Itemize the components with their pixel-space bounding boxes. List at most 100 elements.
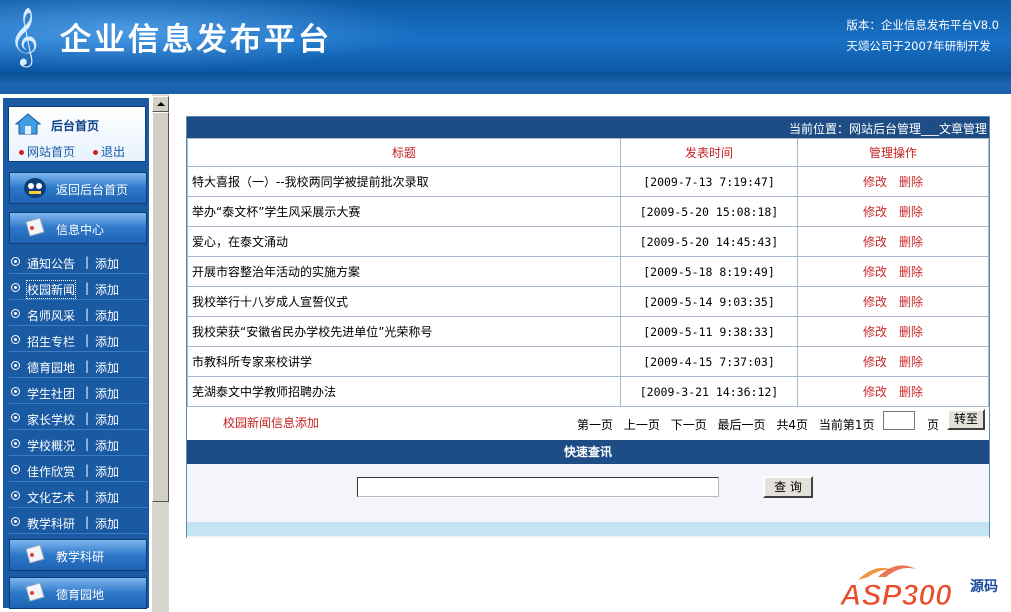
logout-link[interactable]: 退出 xyxy=(93,143,125,160)
sidebar-menu-item[interactable]: 教学科研 | 添加 xyxy=(9,510,147,534)
menu-item-label[interactable]: 招生专栏 xyxy=(27,333,75,350)
teaching-section-button[interactable]: 教学科研 xyxy=(9,539,147,571)
menu-add-link[interactable]: 添加 xyxy=(95,281,119,298)
scroll-up-arrow-icon[interactable] xyxy=(152,96,169,112)
sidebar-menu-item[interactable]: 校园新闻 | 添加 xyxy=(9,276,147,300)
delete-link[interactable]: 删除 xyxy=(899,355,923,369)
pager-bar: 校园新闻信息添加 第一页 上一页 下一页 最后一页 共4页 当前第1页 跳至 页… xyxy=(187,406,989,436)
delete-link[interactable]: 删除 xyxy=(899,385,923,399)
menu-item-label[interactable]: 学生社团 xyxy=(27,385,75,402)
sidebar-menu-item[interactable]: 佳作欣赏 | 添加 xyxy=(9,458,147,482)
sidebar-menu-item[interactable]: 学校概况 | 添加 xyxy=(9,432,147,456)
sidebar-menu-item[interactable]: 文化艺术 | 添加 xyxy=(9,484,147,508)
table-row: 我校举行十八岁成人宣誓仪式 [2009-5-14 9:03:35] 修改 删除 xyxy=(187,286,989,317)
menu-item-label[interactable]: 文化艺术 xyxy=(27,489,75,506)
quick-search-panel: 快速查讯 查 询 xyxy=(187,440,989,538)
col-title: 标题 xyxy=(187,138,621,167)
menu-item-label[interactable]: 佳作欣赏 xyxy=(27,463,75,480)
sidebar-menu-item[interactable]: 学生社团 | 添加 xyxy=(9,380,147,404)
article-ops: 修改 删除 xyxy=(797,226,989,257)
menu-add-link[interactable]: 添加 xyxy=(95,255,119,272)
delete-link[interactable]: 删除 xyxy=(899,295,923,309)
article-time: [2009-5-18 8:19:49] xyxy=(620,256,798,287)
menu-item-label[interactable]: 校园新闻 xyxy=(25,280,77,299)
article-time: [2009-5-14 9:03:35] xyxy=(620,286,798,317)
menu-separator: | xyxy=(85,437,90,451)
sidebar-scrollbar[interactable] xyxy=(152,94,169,612)
menu-item-label[interactable]: 通知公告 xyxy=(27,255,75,272)
monster-face-icon xyxy=(24,178,46,198)
menu-separator: | xyxy=(85,489,90,503)
admin-home-title[interactable]: 后台首页 xyxy=(51,117,99,134)
article-time: [2009-4-15 7:37:03] xyxy=(620,346,798,377)
article-title: 特大喜报（一）--我校两同学被提前批次录取 xyxy=(187,166,621,197)
watermark-suffix: 源码 xyxy=(970,578,998,595)
col-time: 发表时间 xyxy=(620,138,798,167)
article-ops: 修改 删除 xyxy=(797,316,989,347)
menu-add-link[interactable]: 添加 xyxy=(95,437,119,454)
article-table: 标题 发表时间 管理操作 特大喜报（一）--我校两同学被提前批次录取 [2009-… xyxy=(187,138,989,407)
menu-item-label[interactable]: 家长学校 xyxy=(27,411,75,428)
back-home-label: 返回后台首页 xyxy=(56,183,129,197)
edit-link[interactable]: 修改 xyxy=(863,205,887,219)
menu-separator: | xyxy=(85,359,90,373)
edit-link[interactable]: 修改 xyxy=(863,355,887,369)
table-row: 举办“泰文杯”学生风采展示大赛 [2009-5-20 15:08:18] 修改 删除 xyxy=(187,196,989,227)
first-page-link[interactable]: 第一页 xyxy=(577,418,613,432)
menu-item-label[interactable]: 德育园地 xyxy=(27,359,75,376)
edit-link[interactable]: 修改 xyxy=(863,325,887,339)
delete-link[interactable]: 删除 xyxy=(899,205,923,219)
treble-clef-icon: 𝄞 xyxy=(9,7,39,65)
site-home-link[interactable]: 网站首页 xyxy=(19,143,75,160)
menu-separator: | xyxy=(85,411,90,425)
edit-link[interactable]: 修改 xyxy=(863,295,887,309)
menu-add-link[interactable]: 添加 xyxy=(95,333,119,350)
search-button[interactable]: 查 询 xyxy=(763,476,813,498)
edit-link[interactable]: 修改 xyxy=(863,265,887,279)
menu-add-link[interactable]: 添加 xyxy=(95,307,119,324)
radio-bullet-icon xyxy=(11,413,20,422)
table-row: 开展市容整治年活动的实施方案 [2009-5-18 8:19:49] 修改 删除 xyxy=(187,256,989,287)
menu-item-label[interactable]: 教学科研 xyxy=(27,515,75,532)
menu-separator: | xyxy=(85,307,90,321)
sidebar-menu-item[interactable]: 名师风采 | 添加 xyxy=(9,302,147,326)
sidebar-menu-item[interactable]: 德育园地 | 添加 xyxy=(9,354,147,378)
edit-link[interactable]: 修改 xyxy=(863,235,887,249)
info-center-button[interactable]: 信息中心 xyxy=(9,212,147,244)
header-band xyxy=(0,72,1011,94)
next-page-link[interactable]: 下一页 xyxy=(671,418,707,432)
article-title: 举办“泰文杯”学生风采展示大赛 xyxy=(187,196,621,227)
search-input[interactable] xyxy=(357,477,719,497)
table-row: 我校荣获“安徽省民办学校先进单位”光荣称号 [2009-5-11 9:38:33]… xyxy=(187,316,989,347)
menu-add-link[interactable]: 添加 xyxy=(95,359,119,376)
menu-add-link[interactable]: 添加 xyxy=(95,385,119,402)
menu-add-link[interactable]: 添加 xyxy=(95,463,119,480)
delete-link[interactable]: 删除 xyxy=(899,175,923,189)
add-news-link[interactable]: 校园新闻信息添加 xyxy=(223,414,319,431)
last-page-link[interactable]: 最后一页 xyxy=(718,418,766,432)
moral-section-button[interactable]: 德育园地 xyxy=(9,577,147,609)
sidebar-panel: 后台首页 网站首页 退出 返回后台首页 信息中心 通知公告 | 添加 校园新闻 | 添加名… xyxy=(3,98,149,609)
goto-button[interactable]: 转至 xyxy=(947,409,985,430)
quick-search-title: 快速查讯 xyxy=(187,440,989,464)
jump-page-input[interactable] xyxy=(883,411,915,430)
menu-add-link[interactable]: 添加 xyxy=(95,515,119,532)
delete-link[interactable]: 删除 xyxy=(899,235,923,249)
delete-link[interactable]: 删除 xyxy=(899,265,923,279)
sidebar-menu-item[interactable]: 招生专栏 | 添加 xyxy=(9,328,147,352)
sidebar-menu-item[interactable]: 家长学校 | 添加 xyxy=(9,406,147,430)
info-center-label: 信息中心 xyxy=(56,223,105,237)
edit-link[interactable]: 修改 xyxy=(863,175,887,189)
back-home-button[interactable]: 返回后台首页 xyxy=(9,172,147,204)
edit-link[interactable]: 修改 xyxy=(863,385,887,399)
sidebar-menu-item[interactable]: 通知公告 | 添加 xyxy=(9,250,147,274)
menu-separator: | xyxy=(85,255,90,269)
scroll-thumb[interactable] xyxy=(152,112,169,502)
menu-add-link[interactable]: 添加 xyxy=(95,489,119,506)
app-title: 企业信息发布平台 xyxy=(60,22,332,58)
menu-add-link[interactable]: 添加 xyxy=(95,411,119,428)
menu-item-label[interactable]: 名师风采 xyxy=(27,307,75,324)
delete-link[interactable]: 删除 xyxy=(899,325,923,339)
menu-item-label[interactable]: 学校概况 xyxy=(27,437,75,454)
prev-page-link[interactable]: 上一页 xyxy=(624,418,660,432)
